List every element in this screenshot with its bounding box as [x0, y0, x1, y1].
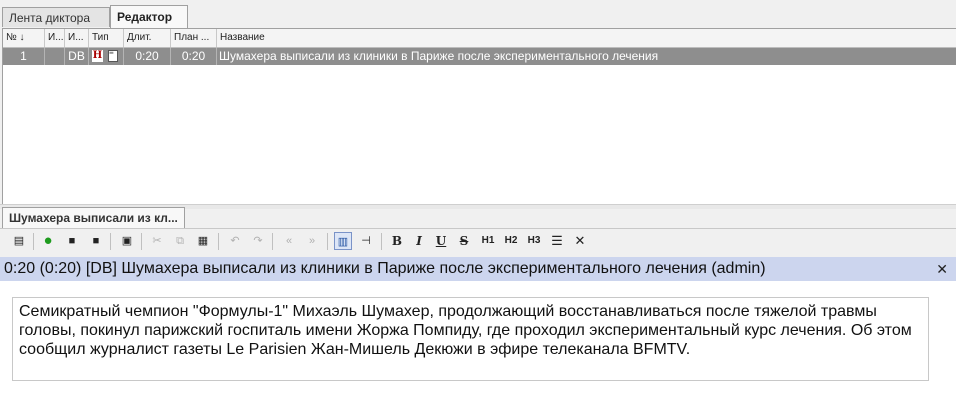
tab-label: Шумахера выписали из кл...	[9, 211, 178, 225]
row-num: 1	[3, 48, 45, 65]
tab-label: Редактор	[117, 10, 173, 24]
tab-announcer-feed[interactable]: Лента диктора	[2, 7, 110, 27]
table-row[interactable]: 1 DB H ≡ 0:20 0:20 Шумахера выписали из …	[3, 48, 956, 65]
text-document-icon: ≡	[108, 49, 118, 62]
header-planned[interactable]: План ...	[171, 29, 217, 47]
heading3-icon[interactable]: H3	[525, 232, 543, 250]
editor-area: Семикратный чемпион "Формулы-1" Михаэль …	[0, 281, 956, 411]
export-icon[interactable]: ▣	[118, 232, 136, 250]
toolbar-separator	[272, 233, 273, 250]
row-duration: 0:20	[124, 48, 171, 65]
toolbar-separator	[327, 233, 328, 250]
cut-icon[interactable]: ✂	[148, 232, 166, 250]
grid-header: № ↓ И... И... Тип Длит. План ... Названи…	[3, 29, 956, 48]
rundown-grid: № ↓ И... И... Тип Длит. План ... Названи…	[2, 28, 956, 205]
pin-icon[interactable]: ⊣	[357, 232, 375, 250]
tab-editor[interactable]: Редактор	[110, 5, 188, 28]
toolbar-separator	[141, 233, 142, 250]
story-text[interactable]: Семикратный чемпион "Формулы-1" Михаэль …	[12, 297, 929, 381]
toolbar-separator	[218, 233, 219, 250]
copy-icon[interactable]: ⧉	[171, 232, 189, 250]
strikethrough-icon[interactable]: S	[455, 232, 473, 250]
header-name[interactable]: Название	[217, 29, 956, 47]
row-planned: 0:20	[171, 48, 217, 65]
heading1-icon[interactable]: H1	[479, 232, 497, 250]
layout-icon[interactable]: ▥	[334, 232, 352, 250]
tab-story-document[interactable]: Шумахера выписали из кл...	[2, 207, 185, 228]
story-header: 0:20 (0:20) [DB] Шумахера выписали из кл…	[4, 260, 766, 277]
story-title-bar: 0:20 (0:20) [DB] Шумахера выписали из кл…	[0, 257, 956, 281]
header-col2[interactable]: И...	[45, 29, 65, 47]
clear-format-icon[interactable]: ✕	[571, 232, 589, 250]
header-type[interactable]: Тип	[89, 29, 124, 47]
toolbar-separator	[110, 233, 111, 250]
header-num[interactable]: № ↓	[3, 29, 45, 47]
header-duration[interactable]: Длит.	[124, 29, 171, 47]
prev-icon[interactable]: «	[280, 232, 298, 250]
tab-label: Лента диктора	[9, 11, 91, 25]
check-icon[interactable]: ●	[39, 232, 57, 250]
editor-toolbar: ▤ ● ■ ■ ▣ ✂ ⧉ ▦ ↶ ↷ « » ▥ ⊣ B I U S H1 H…	[0, 228, 956, 255]
close-icon[interactable]: ✕	[936, 257, 948, 281]
row-type: H ≡	[89, 48, 124, 65]
document-icon[interactable]: ▤	[10, 232, 28, 250]
row-col2	[45, 48, 65, 65]
save-as-icon[interactable]: ■	[87, 232, 105, 250]
next-icon[interactable]: »	[303, 232, 321, 250]
underline-icon[interactable]: U	[432, 232, 450, 250]
save-icon[interactable]: ■	[63, 232, 81, 250]
italic-icon[interactable]: I	[410, 232, 428, 250]
list-icon[interactable]: ☰	[548, 232, 566, 250]
toolbar-separator	[33, 233, 34, 250]
sort-down-icon: ↓	[19, 32, 25, 43]
row-source: DB	[65, 48, 89, 65]
bold-icon[interactable]: B	[388, 232, 406, 250]
redo-icon[interactable]: ↷	[249, 232, 267, 250]
headline-type-icon: H	[92, 50, 103, 62]
heading2-icon[interactable]: H2	[502, 232, 520, 250]
paste-icon[interactable]: ▦	[194, 232, 212, 250]
toolbar-separator	[381, 233, 382, 250]
tab-strip: Лента диктора Редактор	[0, 0, 956, 28]
undo-icon[interactable]: ↶	[226, 232, 244, 250]
header-col3[interactable]: И...	[65, 29, 89, 47]
row-title: Шумахера выписали из клиники в Париже по…	[219, 49, 659, 63]
